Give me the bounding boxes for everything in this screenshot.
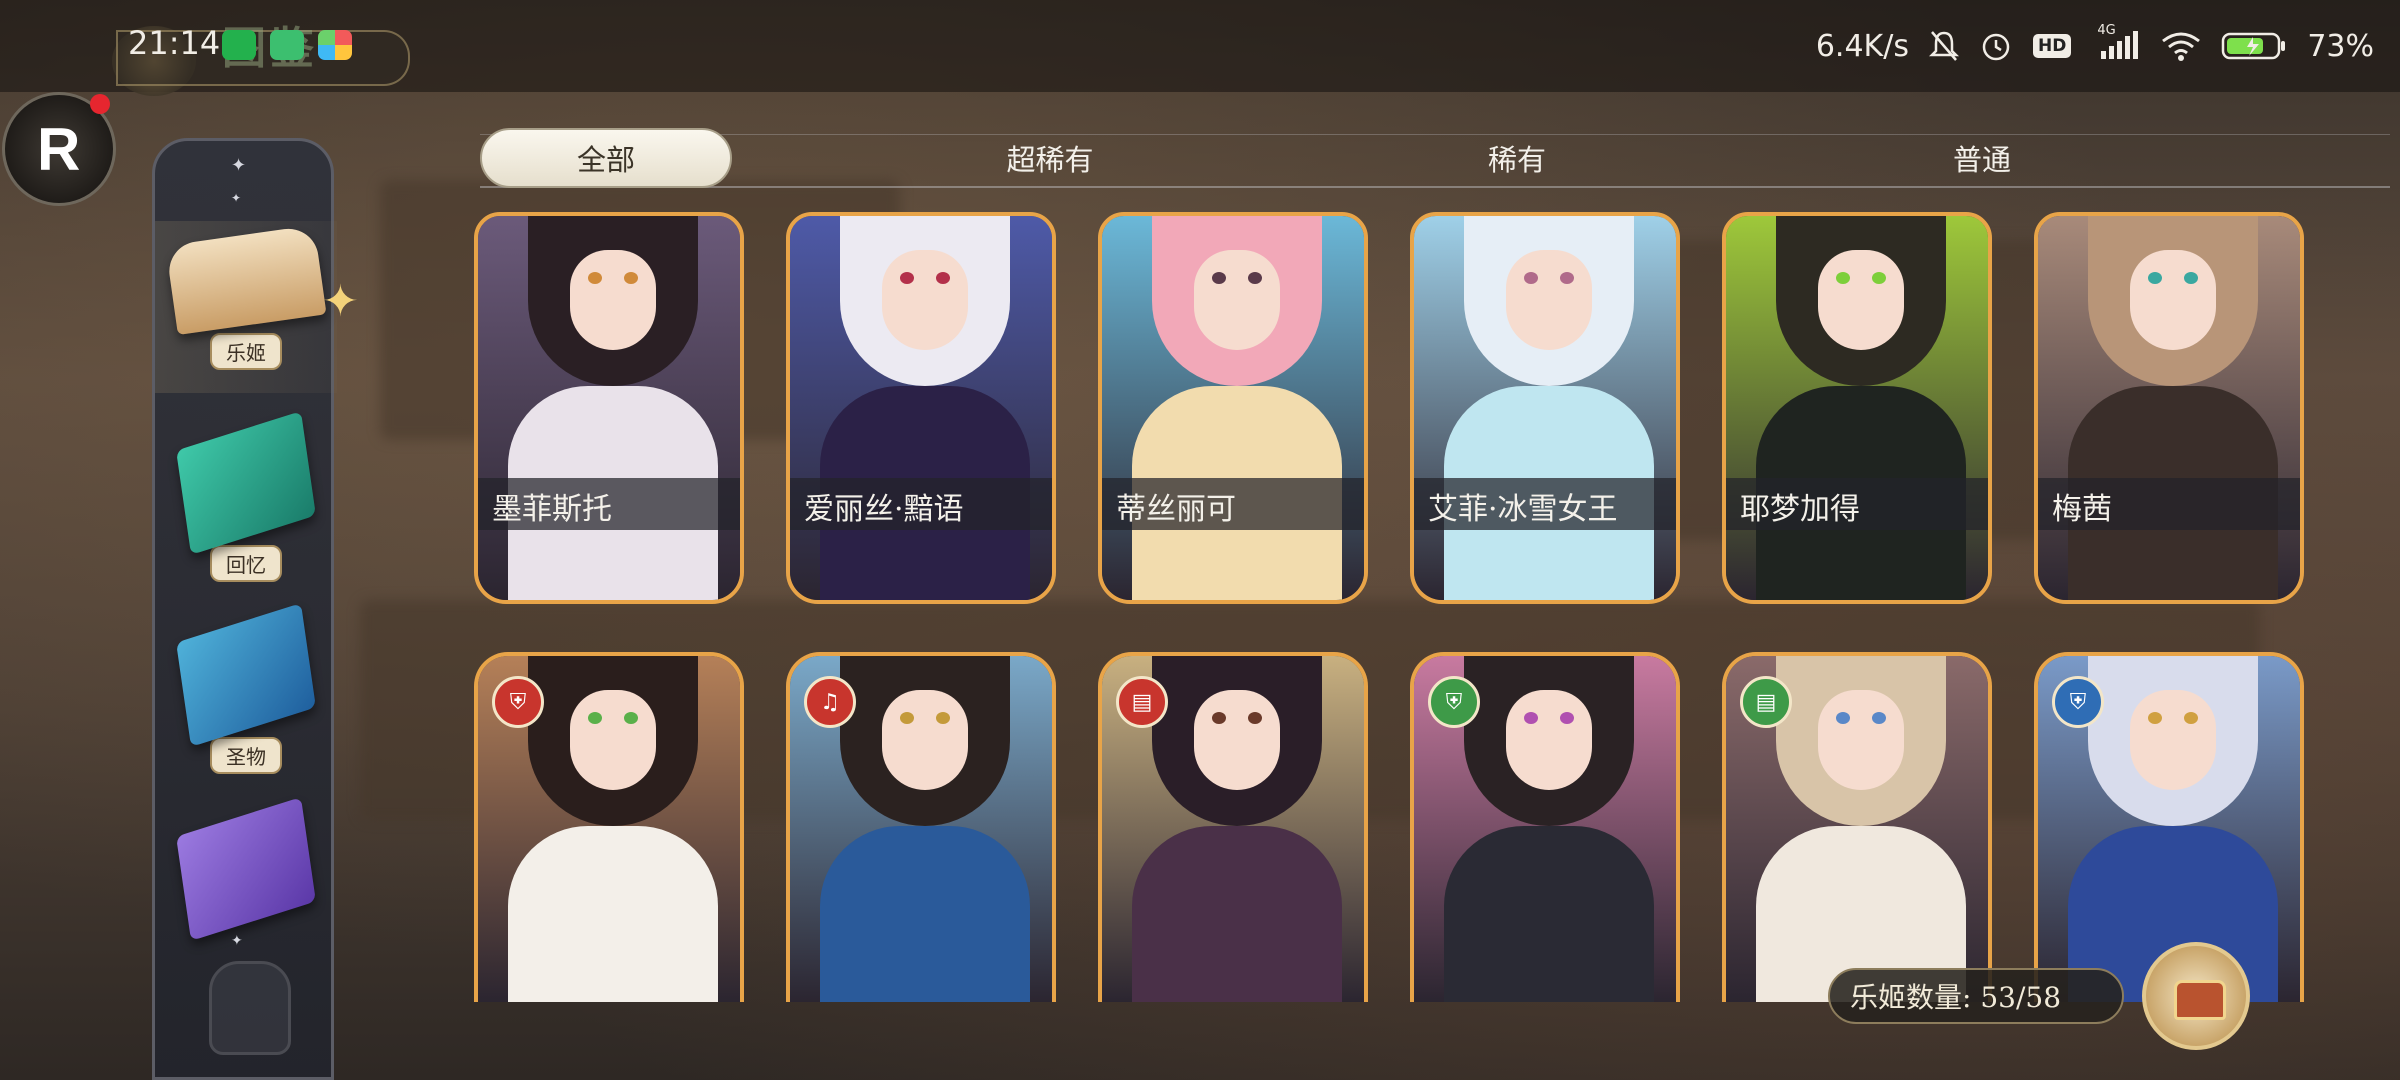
character-portrait <box>2038 216 2300 600</box>
crest-emblem-icon <box>209 961 291 1055</box>
character-portrait <box>790 216 1052 600</box>
sparkle-icon: ✦ <box>322 276 359 327</box>
character-card[interactable]: ▤ <box>1098 652 1368 1002</box>
clock-time: 21:14 <box>128 24 221 62</box>
character-card[interactable]: 梅茜 <box>2034 212 2304 604</box>
character-card[interactable]: ⛨ <box>474 652 744 1002</box>
tab-super-rare[interactable]: 超稀有 <box>950 128 1150 188</box>
sidebar-item-relic[interactable]: 圣物 <box>155 603 337 779</box>
tab-all[interactable]: 全部 <box>480 128 732 188</box>
character-name-bar: 艾菲·冰雪女王 <box>1414 478 1676 530</box>
signal-icon: 4G <box>2091 23 2141 61</box>
notification-dot <box>90 94 110 114</box>
blue-book-icon <box>176 603 316 747</box>
sidebar-top-star-icon: ✦ <box>231 155 247 176</box>
character-name-bar: 爱丽丝·黯语 <box>790 478 1052 530</box>
android-icon <box>270 30 304 60</box>
character-card[interactable]: 蒂丝丽可 <box>1098 212 1368 604</box>
sidebar-bottom-star-icon: ✦ <box>231 933 243 949</box>
lyre-badge-icon: ♫ <box>804 676 856 728</box>
character-name-bar: 梅茜 <box>2038 478 2300 530</box>
character-card[interactable]: 爱丽丝·黯语 <box>786 212 1056 604</box>
character-name-bar: 蒂丝丽可 <box>1102 478 1364 530</box>
character-name: 爱丽丝·黯语 <box>804 492 964 527</box>
shield-badge-icon: ⛨ <box>1428 676 1480 728</box>
tab-common[interactable]: 普通 <box>1882 128 2082 188</box>
hd-icon: HD <box>2032 34 2072 58</box>
rarity-tab-bar: 全部 超稀有 稀有 普通 <box>480 128 2390 188</box>
character-portrait <box>1414 216 1676 600</box>
shield-badge-icon: ⛨ <box>2052 676 2104 728</box>
sidebar-item-label: 回忆 <box>210 545 282 582</box>
treasure-chest-button[interactable] <box>2142 942 2250 1050</box>
app-store-icon <box>318 30 352 60</box>
alarm-icon <box>1979 29 2013 63</box>
character-card[interactable]: 艾菲·冰雪女王 <box>1410 212 1680 604</box>
character-name: 梅茜 <box>2052 492 2112 527</box>
tab-rare[interactable]: 稀有 <box>1417 128 1617 188</box>
character-card[interactable]: ⛨ <box>1410 652 1680 1002</box>
character-portrait <box>1102 216 1364 600</box>
green-book-icon <box>176 411 316 555</box>
character-name-bar: 墨菲斯托 <box>478 478 740 530</box>
character-card[interactable]: 墨菲斯托 <box>474 212 744 604</box>
sidebar-item-memory[interactable]: 回忆 <box>155 411 337 587</box>
character-name: 艾菲·冰雪女王 <box>1428 492 1618 527</box>
musician-count: 乐姬数量: 53/58 <box>1828 968 2124 1024</box>
book-badge-icon: ▤ <box>1740 676 1792 728</box>
category-sidebar: ✦ ✦ 乐姬 回忆 圣物 ✦ <box>152 138 337 1080</box>
character-name: 耶梦加得 <box>1740 492 1860 527</box>
sidebar-small-star-icon: ✦ <box>231 191 242 205</box>
network-speed: 6.4K/s <box>1815 28 1909 64</box>
character-name: 墨菲斯托 <box>492 492 612 527</box>
character-portrait <box>478 216 740 600</box>
sidebar-item-musician[interactable]: 乐姬 <box>155 221 337 393</box>
logo-letter: R <box>37 116 81 183</box>
character-name-bar: 耶梦加得 <box>1726 478 1988 530</box>
battery-icon <box>2221 31 2287 61</box>
book-badge-icon: ▤ <box>1116 676 1168 728</box>
battery-percentage: 73% <box>2307 28 2374 64</box>
sidebar-item-label: 乐姬 <box>210 333 282 370</box>
signal-label: 4G <box>2097 23 2116 38</box>
purple-hourglass-book-icon <box>176 797 316 941</box>
wechat-icon <box>222 30 256 60</box>
character-card[interactable]: ▤ <box>1722 652 1992 1002</box>
shield-badge-icon: ⛨ <box>492 676 544 728</box>
character-card[interactable]: ♫ <box>786 652 1056 1002</box>
wifi-icon <box>2161 31 2201 61</box>
sidebar-item-hourglass[interactable] <box>155 797 337 973</box>
sidebar-item-label: 圣物 <box>210 737 282 774</box>
character-portrait <box>1726 216 1988 600</box>
mute-bell-icon <box>1928 29 1959 63</box>
character-card[interactable]: 耶梦加得 <box>1722 212 1992 604</box>
character-name: 蒂丝丽可 <box>1116 492 1236 527</box>
open-book-icon <box>165 224 327 336</box>
status-indicators: 6.4K/s HD 4G 73% <box>1816 22 2374 70</box>
